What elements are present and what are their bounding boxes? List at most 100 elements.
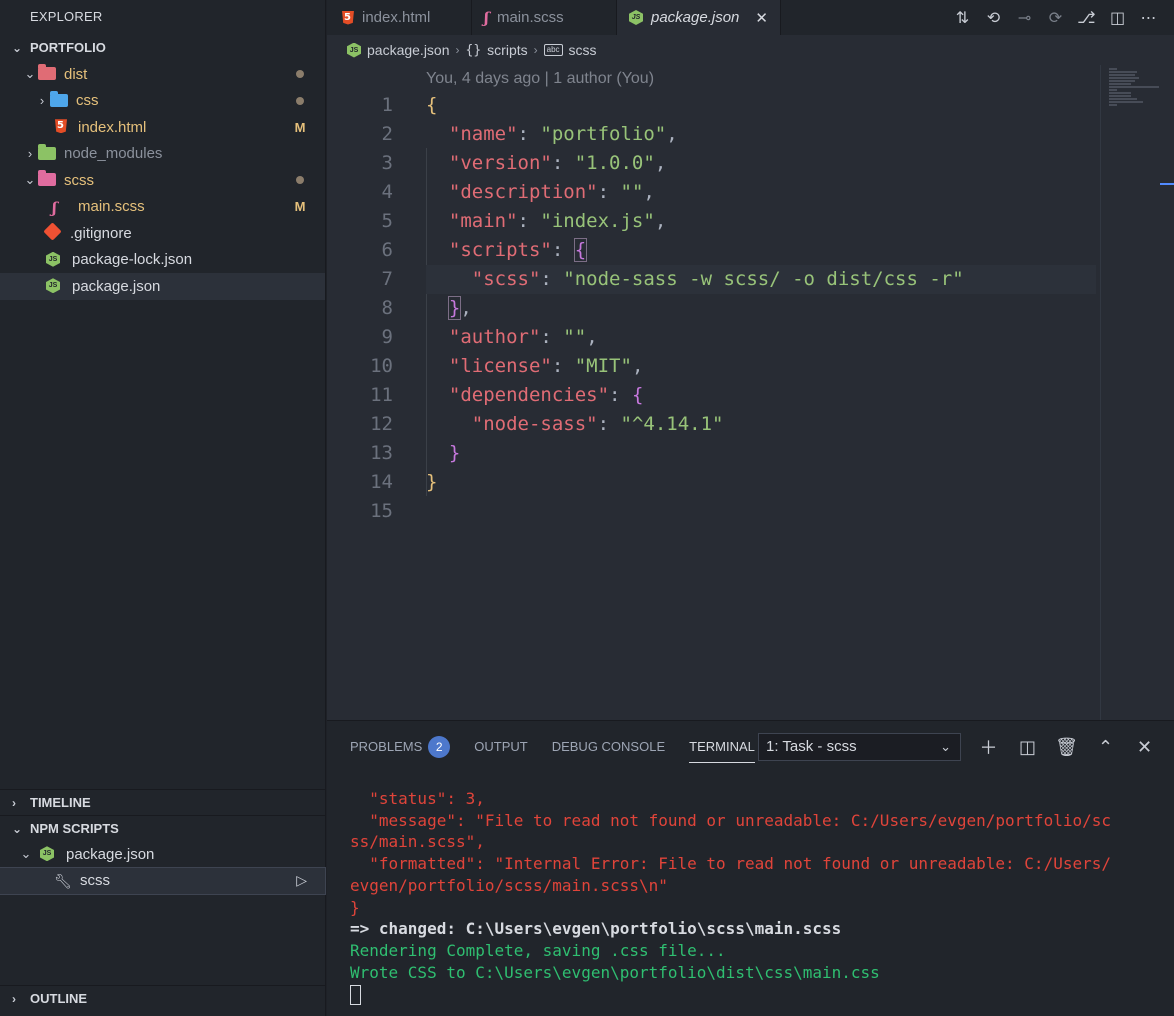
code-line[interactable] xyxy=(426,497,1096,526)
line-number: 11 xyxy=(370,384,393,406)
minimap[interactable] xyxy=(1100,65,1174,720)
terminal-output[interactable]: "status": 3, "message": "File to read no… xyxy=(350,788,1165,1005)
close-icon[interactable]: ✕ xyxy=(755,9,768,27)
section-timeline[interactable]: › TIMELINE xyxy=(0,789,325,815)
code-line[interactable]: } xyxy=(426,439,1096,468)
more-actions-icon[interactable]: ⋯ xyxy=(1133,8,1164,28)
code-line-current[interactable]: "scss": "node-sass -w scss/ -o dist/css … xyxy=(426,265,1096,294)
next-change-icon[interactable]: ⟳ xyxy=(1040,8,1071,28)
gitlens-icon[interactable]: ⎇ xyxy=(1071,8,1102,28)
maximize-panel-icon[interactable]: ⌃ xyxy=(1086,737,1125,758)
terminal-line: "formatted": "Internal Error: File to re… xyxy=(350,854,1111,874)
code-token: "" xyxy=(620,181,644,203)
object-icon: {} xyxy=(465,42,482,58)
tree-folder-dist[interactable]: ⌄ dist xyxy=(0,61,325,88)
code-line[interactable]: "description": "", xyxy=(426,178,1096,207)
code-line[interactable]: "version": "1.0.0", xyxy=(426,149,1096,178)
run-script-icon[interactable]: ▷ xyxy=(296,872,307,889)
tree-item-label: scss xyxy=(64,171,94,189)
section-npm-scripts[interactable]: ⌄ NPM SCRIPTS xyxy=(0,815,325,841)
tree-file-gitignore[interactable]: .gitignore xyxy=(0,220,325,247)
breadcrumb-leaf[interactable]: scss xyxy=(569,42,597,58)
new-terminal-icon[interactable]: ＋ xyxy=(969,734,1008,760)
code-token: { xyxy=(426,94,438,116)
code-line[interactable]: "license": "MIT", xyxy=(426,352,1096,381)
npm-script-scss[interactable]: 🔧︎ scss ▷ xyxy=(0,866,326,895)
code-line[interactable]: "scripts": { xyxy=(426,236,1096,265)
line-number: 5 xyxy=(381,210,393,232)
chevron-right-icon: › xyxy=(39,93,45,109)
line-number: 15 xyxy=(370,500,393,522)
code-line[interactable]: "main": "index.js", xyxy=(426,207,1096,236)
tree-item-label: node_modules xyxy=(64,145,163,163)
trash-icon[interactable]: 🗑︎ xyxy=(1047,737,1086,758)
html5-icon: 5 xyxy=(52,119,70,135)
code-lines[interactable]: { "name": "portfolio", "version": "1.0.0… xyxy=(426,91,1096,526)
outline-wrap: › OUTLINE xyxy=(0,985,325,1011)
folder-icon xyxy=(50,90,68,109)
tab-main-scss[interactable]: ʃ main.scss xyxy=(472,0,617,35)
tab-problems[interactable]: PROBLEMS 2 xyxy=(350,721,451,773)
close-panel-icon[interactable]: ✕ xyxy=(1125,737,1164,758)
git-icon xyxy=(43,222,62,241)
tab-output[interactable]: OUTPUT xyxy=(474,721,527,773)
code-line[interactable]: { xyxy=(426,91,1096,120)
tree-file-main-scss[interactable]: ʃ main.scss M xyxy=(0,194,325,221)
tree-folder-scss[interactable]: ⌄ scss xyxy=(0,167,325,194)
section-portfolio[interactable]: ⌄ PORTFOLIO xyxy=(0,35,325,61)
terminal-line: evgen/portfolio/scss/main.scss\n" xyxy=(350,875,668,895)
line-number: 1 xyxy=(381,94,393,116)
tab-terminal[interactable]: TERMINAL xyxy=(689,721,755,773)
tab-label: PROBLEMS xyxy=(350,739,423,754)
terminal-prompt[interactable] xyxy=(350,983,1165,1005)
line-number: 3 xyxy=(381,152,393,174)
split-terminal-icon[interactable]: ◫ xyxy=(1008,737,1047,758)
tab-debug-console[interactable]: DEBUG CONSOLE xyxy=(552,721,665,773)
chevron-right-icon: › xyxy=(455,43,460,57)
tree-file-package-json[interactable]: JS package.json xyxy=(0,273,325,300)
breadcrumb-scripts[interactable]: scripts xyxy=(487,42,527,58)
terminal-select[interactable]: 1: Task - scss ⌄ xyxy=(758,733,961,761)
split-editor-icon[interactable]: ◫ xyxy=(1102,8,1133,28)
code-line[interactable]: "dependencies": { xyxy=(426,381,1096,410)
code-token: } xyxy=(448,442,461,464)
modified-dot-icon xyxy=(296,96,304,105)
tab-index-html[interactable]: 5 index.html xyxy=(327,0,472,35)
explorer-sidebar: EXPLORER ⌄ PORTFOLIO ⌄ dist › css 5 inde… xyxy=(0,0,326,1016)
npm-package-json[interactable]: ⌄ JS package.json xyxy=(0,841,325,868)
section-outline[interactable]: › OUTLINE xyxy=(0,985,325,1011)
tab-label: TERMINAL xyxy=(689,739,755,754)
code-line[interactable]: }, xyxy=(426,294,1096,323)
code-token: "author" xyxy=(448,326,541,348)
chevron-right-icon: › xyxy=(27,146,33,162)
nodejs-icon: JS xyxy=(46,278,64,294)
terminal-line: } xyxy=(350,897,360,917)
code-line[interactable]: "author": "", xyxy=(426,323,1096,352)
chevron-down-icon: ⌄ xyxy=(12,41,23,55)
tree-folder-node-modules[interactable]: › node_modules xyxy=(0,141,325,168)
chevron-down-icon: ⌄ xyxy=(12,821,23,836)
open-changes-icon[interactable]: ⇅ xyxy=(947,8,978,28)
previous-change-icon[interactable]: ⟲ xyxy=(978,8,1009,28)
terminal-line: ss/main.scss", xyxy=(350,832,485,852)
nodejs-icon: JS xyxy=(629,10,643,25)
code-line[interactable]: "node-sass": "^4.14.1" xyxy=(426,410,1096,439)
code-token: : xyxy=(517,210,541,232)
code-line[interactable]: } xyxy=(426,468,1096,497)
code-editor[interactable]: You, 4 days ago | 1 author (You) 1234567… xyxy=(327,65,1174,720)
terminal-line: Wrote CSS to C:\Users\evgen\portfolio\di… xyxy=(350,962,880,982)
problems-count-badge: 2 xyxy=(428,736,451,758)
code-token: "dependencies" xyxy=(448,384,610,406)
tree-file-index-html[interactable]: 5 index.html M xyxy=(0,114,325,141)
line-number: 9 xyxy=(381,326,393,348)
git-blame-annotation[interactable]: You, 4 days ago | 1 author (You) xyxy=(426,70,654,88)
git-commit-icon[interactable]: ⊸ xyxy=(1009,8,1040,28)
tab-package-json[interactable]: JS package.json ✕ xyxy=(617,0,781,35)
tree-folder-css[interactable]: › css xyxy=(0,88,325,115)
tree-file-package-lock[interactable]: JS package-lock.json xyxy=(0,247,325,274)
nodejs-icon: JS xyxy=(40,846,58,862)
terminal-line: Rendering Complete, saving .css file... xyxy=(350,940,726,960)
code-token: "node-sass" xyxy=(471,413,598,435)
code-line[interactable]: "name": "portfolio", xyxy=(426,120,1096,149)
breadcrumb-file[interactable]: package.json xyxy=(367,42,450,58)
